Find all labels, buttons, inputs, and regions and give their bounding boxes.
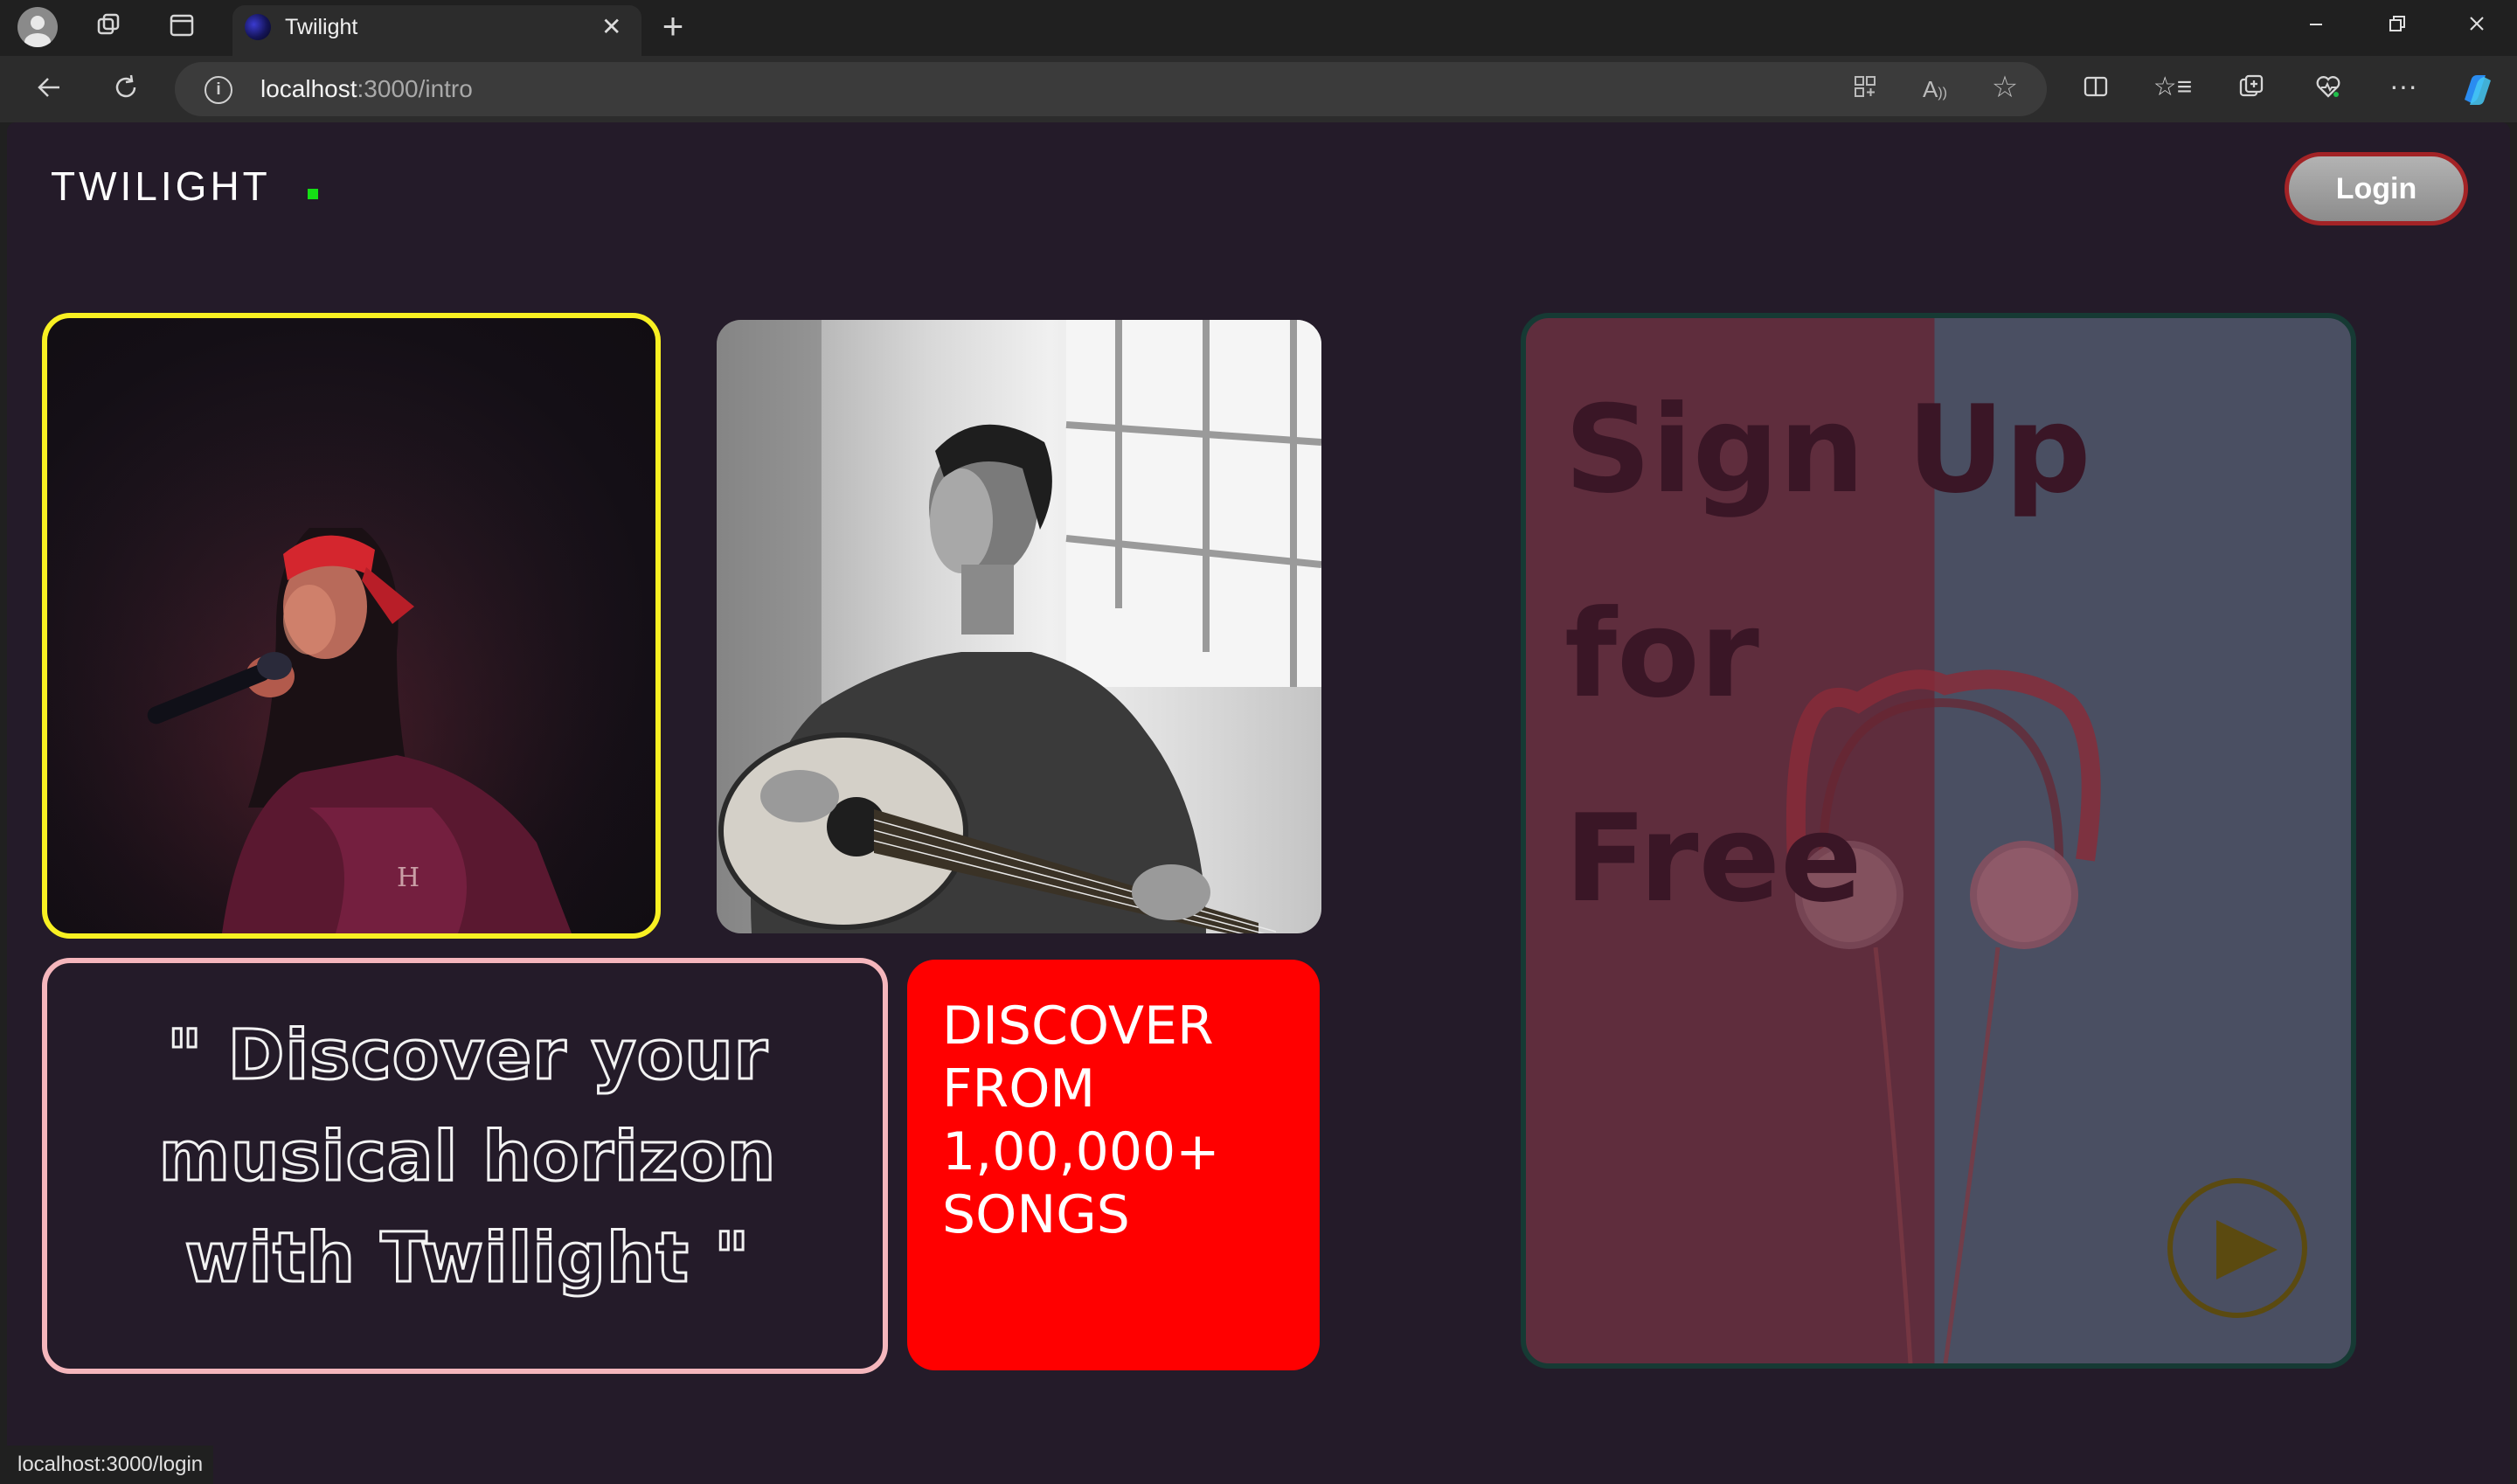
logo-dot <box>308 189 318 199</box>
new-tab-button[interactable]: + <box>652 8 694 45</box>
quote-text: " Discover your musical horizon with Twi… <box>79 1005 856 1309</box>
tab-title: Twilight <box>285 15 358 39</box>
singer-image-card: H <box>42 313 661 939</box>
svg-text:H: H <box>397 863 420 893</box>
url-text[interactable]: localhost:3000/intro <box>260 73 473 105</box>
site-info-icon[interactable]: i <box>205 76 232 104</box>
favorites-icon[interactable]: ☆≡ <box>2152 70 2194 105</box>
refresh-icon[interactable] <box>105 72 147 107</box>
discover-line-2: FROM <box>942 1058 1096 1120</box>
app-available-icon[interactable] <box>1844 72 1886 107</box>
browser-essentials-icon[interactable] <box>2307 72 2349 107</box>
discover-text: DISCOVER FROM 1,00,000+ SONGS <box>942 995 1292 1246</box>
login-button[interactable]: Login <box>2285 152 2468 225</box>
site-logo[interactable]: TWILIGHT <box>51 163 271 210</box>
vertical-tabs-icon[interactable] <box>161 10 203 45</box>
tab-favicon-icon <box>245 14 271 40</box>
favorite-star-icon[interactable]: ☆ <box>1984 70 2026 105</box>
discover-line-1: DISCOVER <box>942 995 1214 1057</box>
split-screen-icon[interactable] <box>2075 72 2117 107</box>
discover-line-4: SONGS <box>942 1184 1130 1245</box>
signup-heading: Sign Up for Free <box>1564 348 2124 961</box>
status-url: localhost:3000/login <box>7 1446 214 1484</box>
back-icon[interactable] <box>28 72 70 107</box>
signup-line-3: Free <box>1564 788 1862 929</box>
restore-icon[interactable] <box>2370 10 2423 45</box>
signup-line-2: for <box>1564 584 1759 725</box>
discover-line-3: 1,00,000+ <box>942 1121 1220 1182</box>
close-window-icon[interactable] <box>2451 10 2503 45</box>
quote-line-2: musical horizon <box>157 1117 777 1198</box>
collections-icon[interactable] <box>2230 72 2272 107</box>
read-aloud-icon[interactable]: A)) <box>1914 72 1956 107</box>
workspaces-icon[interactable] <box>87 10 129 45</box>
minimize-icon[interactable] <box>2290 10 2342 45</box>
copilot-icon[interactable] <box>2458 70 2498 110</box>
quote-line-1: " Discover your <box>165 1016 769 1097</box>
guitarist-image-card <box>717 320 1321 933</box>
play-icon[interactable] <box>2216 1220 2278 1279</box>
tab-close-icon[interactable]: ✕ <box>601 12 621 42</box>
more-options-icon[interactable]: ··· <box>2382 68 2424 103</box>
singer-photo: H <box>47 318 655 933</box>
signup-line-1: Sign Up <box>1564 379 2091 520</box>
profile-avatar-icon[interactable] <box>17 7 58 47</box>
quote-line-3: with Twilight " <box>184 1218 751 1300</box>
guitarist-photo <box>717 320 1321 933</box>
